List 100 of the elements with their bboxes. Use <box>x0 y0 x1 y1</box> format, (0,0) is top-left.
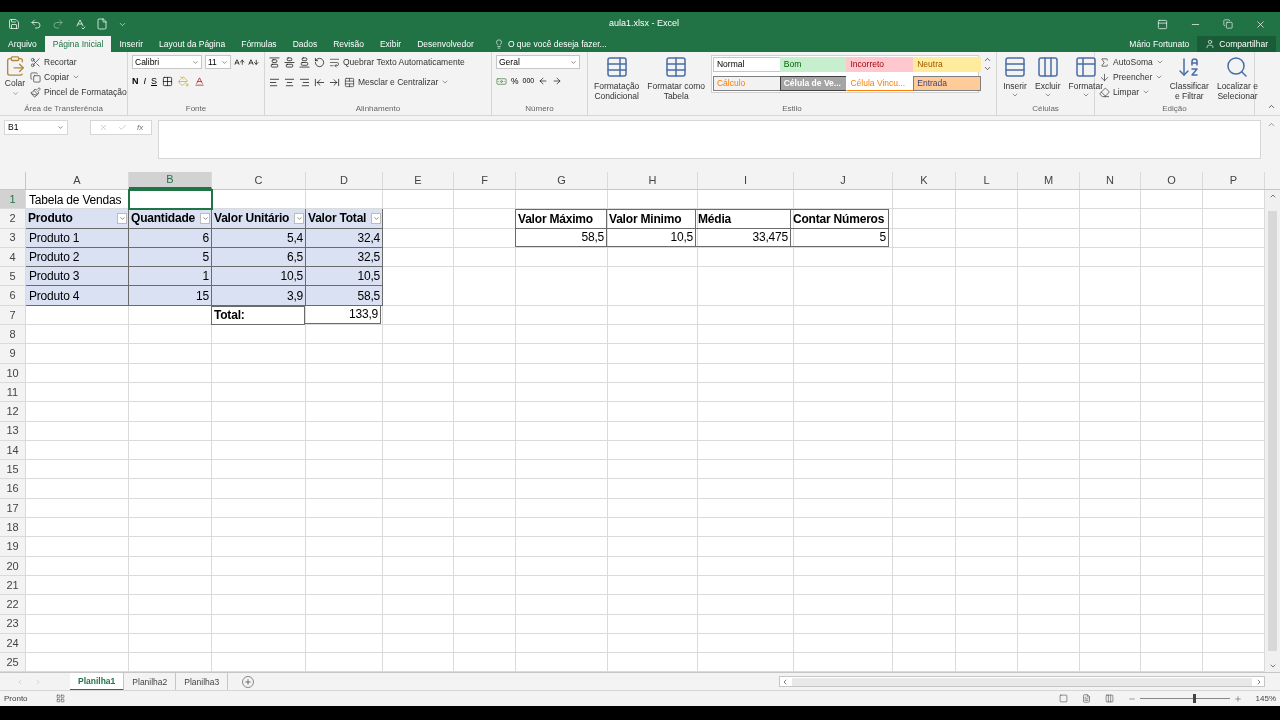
insert-button[interactable]: Inserir <box>1001 55 1029 99</box>
lightbulb-icon <box>493 39 504 49</box>
table-cell: 58,5 <box>306 286 383 306</box>
ribbon-tab[interactable]: Layout da Página <box>151 36 234 52</box>
autosum-button[interactable]: AutoSoma <box>1099 55 1164 69</box>
filter-button[interactable] <box>117 212 127 224</box>
column-header[interactable]: D <box>306 172 383 189</box>
name-box[interactable]: B1 <box>4 120 68 135</box>
column-header[interactable]: B <box>129 172 212 189</box>
row-header[interactable]: 15 <box>0 460 26 480</box>
column-header[interactable]: G <box>516 172 608 189</box>
format-table-button[interactable]: Formatar como Tabela <box>645 55 707 101</box>
vertical-scrollbar[interactable] <box>1265 190 1280 673</box>
row-header[interactable]: 23 <box>0 614 26 634</box>
column-header[interactable]: F <box>454 172 516 189</box>
tell-me-field[interactable]: O que você deseja fazer... <box>493 36 618 52</box>
column-header[interactable]: J <box>794 172 893 189</box>
ribbon-tab[interactable]: Desenvolvedor <box>409 36 482 52</box>
zoom-slider[interactable] <box>1139 694 1230 704</box>
bold-button[interactable]: N <box>132 75 139 89</box>
ribbon-tab[interactable]: Revisão <box>325 36 372 52</box>
formula-field[interactable] <box>158 120 1261 159</box>
row-header[interactable]: 12 <box>0 402 26 422</box>
find-select-button[interactable]: Localizar e Selecionar <box>1214 55 1260 101</box>
row-header[interactable]: 9 <box>0 344 26 364</box>
row-header[interactable]: 10 <box>0 363 26 383</box>
row-header[interactable]: 22 <box>0 595 26 615</box>
column-header[interactable]: L <box>956 172 1018 189</box>
row-header[interactable]: 2 <box>0 209 26 229</box>
row-header[interactable]: 6 <box>0 286 26 306</box>
wrap-text-button[interactable]: Quebrar Texto Automaticamente <box>329 55 465 69</box>
row-header[interactable]: 5 <box>0 267 26 287</box>
row-header[interactable]: 14 <box>0 440 26 461</box>
row-header[interactable]: 11 <box>0 382 26 403</box>
merge-button[interactable]: Mesclar e Centralizar <box>344 75 450 89</box>
column-header[interactable]: I <box>698 172 794 189</box>
column-header[interactable]: M <box>1018 172 1080 189</box>
column-header[interactable]: O <box>1141 172 1203 189</box>
zoom-in-icon <box>1233 694 1242 703</box>
ribbon-tab[interactable]: Dados <box>284 36 326 52</box>
column-header[interactable]: N <box>1080 172 1141 189</box>
row-header[interactable]: 25 <box>0 653 26 673</box>
cell-style[interactable]: Entrada <box>913 76 982 91</box>
share-button[interactable]: Compartilhar <box>1197 36 1276 52</box>
group-label: Área de Transferência <box>24 103 103 115</box>
row-header[interactable]: 3 <box>0 228 26 248</box>
ribbon-tab[interactable]: Exibir <box>371 36 410 52</box>
conditional-format-button[interactable]: Formatação Condicional <box>592 55 642 101</box>
delete-button[interactable]: Excluir <box>1033 55 1063 99</box>
italic-button[interactable]: I <box>143 75 146 89</box>
cut-button[interactable]: Recortar <box>30 55 127 69</box>
cell-style[interactable]: Incorreto <box>846 57 915 72</box>
row-header[interactable]: 18 <box>0 518 26 538</box>
caret-icon <box>118 214 126 222</box>
row-header[interactable]: 17 <box>0 498 26 519</box>
copy-button[interactable]: Copiar <box>30 70 127 84</box>
format-painter-button[interactable]: Pincel de Formatação <box>30 85 127 99</box>
cell-style[interactable]: Neutra <box>913 57 982 72</box>
column-header[interactable]: C <box>212 172 306 189</box>
column-header[interactable]: K <box>893 172 956 189</box>
ribbon-tab[interactable]: Arquivo <box>0 36 45 52</box>
fill-button[interactable]: Preencher <box>1099 70 1164 84</box>
filter-button[interactable] <box>200 212 210 224</box>
row-header[interactable]: 16 <box>0 479 26 499</box>
row-header[interactable]: 13 <box>0 421 26 441</box>
horizontal-scrollbar[interactable] <box>779 676 1265 688</box>
group-label: Alinhamento <box>355 103 401 115</box>
font-size-dropdown[interactable]: 11 <box>205 55 231 69</box>
ribbon-display-icon <box>1157 18 1168 30</box>
fill-color-icon <box>178 76 190 88</box>
active-cell[interactable] <box>129 190 212 210</box>
row-header[interactable]: 1 <box>0 190 26 210</box>
row-header[interactable]: 4 <box>0 247 26 268</box>
font-name-dropdown[interactable]: Calibri <box>132 55 202 69</box>
percent-button[interactable]: % <box>511 75 519 88</box>
underline-button[interactable]: S <box>151 75 158 89</box>
currency-icon <box>496 75 507 87</box>
row-header[interactable]: 8 <box>0 325 26 345</box>
row-header[interactable]: 20 <box>0 556 26 576</box>
table-cell: Produto 1 <box>26 228 129 248</box>
ribbon-tab[interactable]: Fórmulas <box>233 36 285 52</box>
row-header[interactable]: 24 <box>0 633 26 654</box>
ribbon-tab[interactable]: Inserir <box>111 36 151 52</box>
row-header[interactable]: 21 <box>0 575 26 596</box>
sheet-tab[interactable]: Planilha1 <box>70 672 125 691</box>
paste-button[interactable]: Colar <box>4 55 26 97</box>
zoom-slider-thumb[interactable] <box>1192 694 1196 704</box>
number-format-dropdown[interactable]: Geral <box>496 55 580 69</box>
row-header[interactable]: 19 <box>0 537 26 557</box>
column-header[interactable]: H <box>608 172 698 189</box>
table-cell: 5 <box>790 227 889 247</box>
filter-button[interactable] <box>371 212 381 224</box>
cell-style[interactable]: Normal <box>713 57 781 72</box>
insert-function-button[interactable]: fx <box>137 121 144 134</box>
row-header[interactable]: 7 <box>0 305 26 326</box>
ribbon-tab[interactable]: Página Inicial <box>44 36 112 52</box>
sort-filter-button[interactable]: Classificar e Filtrar <box>1167 55 1211 101</box>
cell-style[interactable]: Bom <box>779 57 848 72</box>
filter-button[interactable] <box>294 212 304 224</box>
column-header[interactable]: E <box>383 172 454 189</box>
